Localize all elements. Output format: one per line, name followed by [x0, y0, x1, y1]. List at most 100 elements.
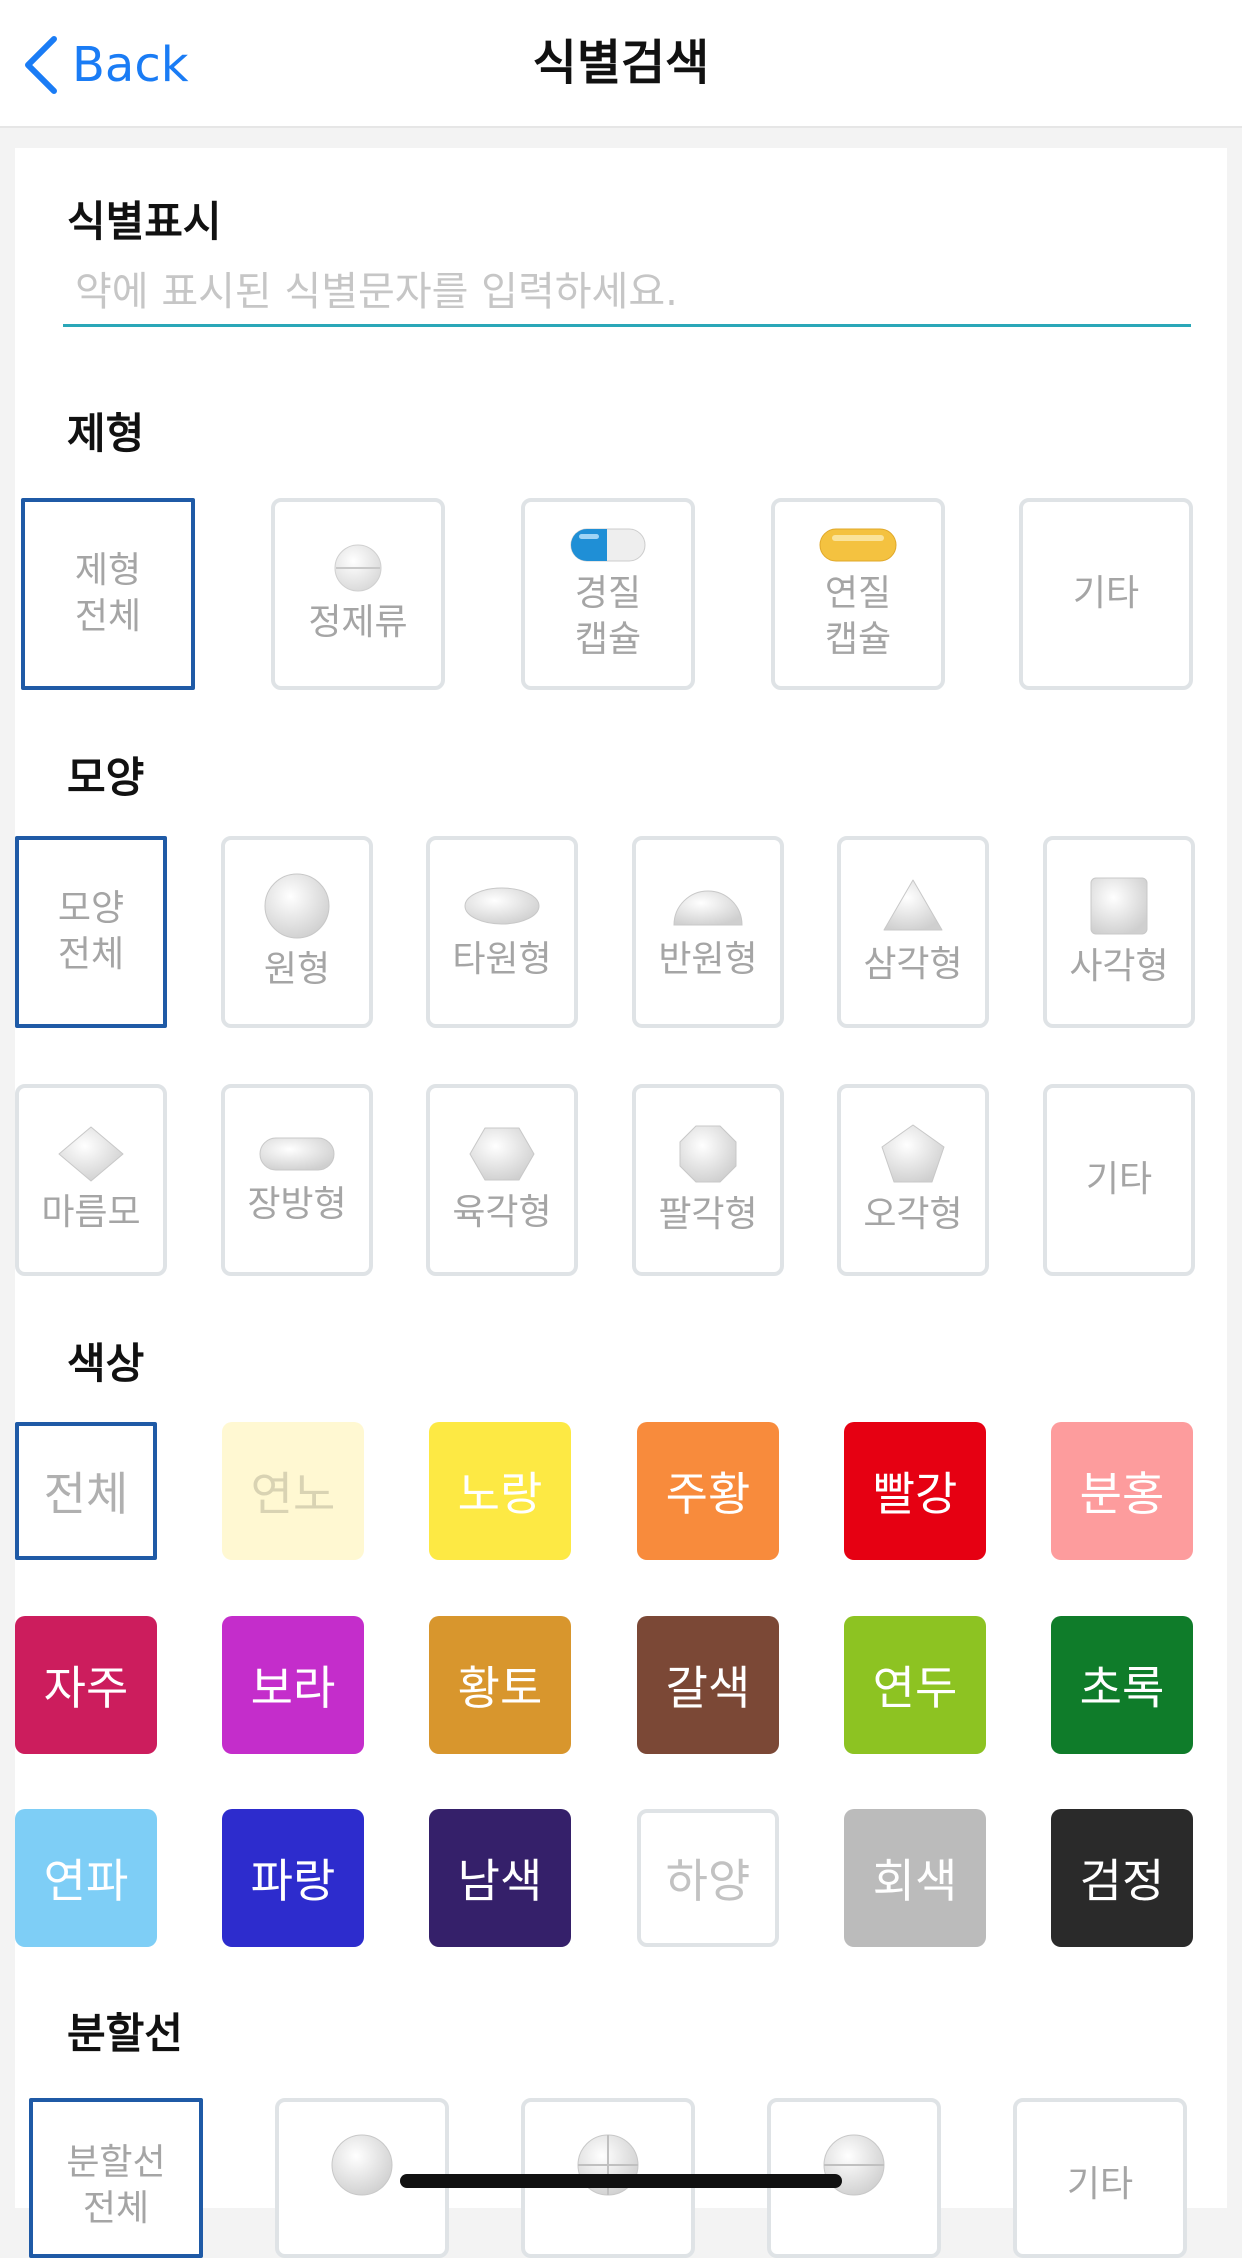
home-indicator [400, 2174, 842, 2188]
marking-section-label: 식별표시 [67, 197, 222, 246]
color-option-label: 초록 [1079, 1661, 1165, 1715]
shape-all-option[interactable]: 모양 전체 [15, 836, 167, 1028]
color-option-label: 분홍 [1079, 1467, 1165, 1521]
shape-option-label: 반원형 [658, 939, 758, 980]
shape-oval-option[interactable]: 타원형 [426, 836, 578, 1028]
color-purple-option[interactable]: 보라 [222, 1616, 364, 1754]
color-option-label: 회색 [872, 1854, 958, 1908]
shape-pentagon-option[interactable]: 오각형 [837, 1084, 989, 1276]
color-red-option[interactable]: 빨강 [844, 1422, 986, 1560]
shape-square-option[interactable]: 사각형 [1043, 836, 1195, 1028]
shape-option-label: 타원형 [452, 939, 552, 980]
color-light-yellow-option[interactable]: 연노 [222, 1422, 364, 1560]
color-option-label: 주황 [665, 1467, 751, 1521]
soft-capsule-icon [819, 528, 897, 562]
shape-option-label: 원형 [263, 949, 331, 990]
shape-option-label: 팔각형 [658, 1194, 758, 1235]
form-option-label: 제형 전체 [74, 550, 142, 637]
color-option-label: 연파 [43, 1854, 129, 1908]
color-option-label: 자주 [43, 1661, 129, 1715]
color-option-label: 전체 [43, 1467, 129, 1521]
divider-option-label: 분할선 전체 [66, 2142, 166, 2229]
form-option-label: 경질 캡슐 [574, 573, 642, 660]
shape-oblong-option[interactable]: 장방형 [221, 1084, 373, 1276]
form-all-option[interactable]: 제형 전체 [21, 498, 195, 690]
oval-pill-icon [464, 887, 540, 925]
shape-other-option[interactable]: 기타 [1043, 1084, 1195, 1276]
color-option-label: 빨강 [872, 1467, 958, 1521]
octagon-pill-icon [679, 1125, 737, 1183]
divider-section-label: 분할선 [67, 2009, 183, 2058]
shape-hexagon-option[interactable]: 육각형 [426, 1084, 578, 1276]
color-orange-option[interactable]: 주황 [637, 1422, 779, 1560]
color-black-option[interactable]: 검정 [1051, 1809, 1193, 1947]
hard-capsule-icon [570, 528, 646, 562]
circle-pill-icon [264, 873, 330, 939]
color-option-label: 보라 [250, 1661, 336, 1715]
color-all-option[interactable]: 전체 [15, 1422, 157, 1560]
color-brown-option[interactable]: 갈색 [637, 1616, 779, 1754]
color-option-label: 노랑 [457, 1467, 543, 1521]
color-option-label: 남색 [457, 1854, 543, 1908]
square-pill-icon [1090, 877, 1148, 935]
divider-other-option[interactable]: 기타 [1013, 2098, 1187, 2258]
color-pink-option[interactable]: 분홍 [1051, 1422, 1193, 1560]
color-light-green-option[interactable]: 연두 [844, 1616, 986, 1754]
shape-circle-option[interactable]: 원형 [221, 836, 373, 1028]
search-form-card: 식별표시 제형 제형 전체 정제류 경질 캡슐 연질 캡슐 기타 모양 모양 전 [15, 148, 1227, 2258]
color-navy-option[interactable]: 남색 [429, 1809, 571, 1947]
form-option-label: 정제류 [308, 602, 408, 643]
shape-option-label: 장방형 [247, 1184, 347, 1225]
triangle-pill-icon [883, 879, 943, 931]
form-option-label: 연질 캡슐 [824, 573, 892, 660]
form-soft-capsule-option[interactable]: 연질 캡슐 [771, 498, 945, 690]
color-option-label: 황토 [457, 1661, 543, 1715]
color-option-label: 갈색 [665, 1661, 751, 1715]
shape-semicircle-option[interactable]: 반원형 [632, 836, 784, 1028]
color-light-blue-option[interactable]: 연파 [15, 1809, 157, 1947]
marking-input[interactable] [63, 260, 1191, 327]
shape-option-label: 오각형 [863, 1194, 963, 1235]
oblong-pill-icon [259, 1137, 335, 1171]
color-white-option[interactable]: 하양 [637, 1809, 779, 1947]
shape-option-label: 마름모 [41, 1192, 141, 1233]
pentagon-pill-icon [881, 1124, 945, 1183]
semicircle-pill-icon [673, 890, 743, 926]
color-ochre-option[interactable]: 황토 [429, 1616, 571, 1754]
color-green-option[interactable]: 초록 [1051, 1616, 1193, 1754]
color-option-label: 파랑 [250, 1854, 336, 1908]
color-blue-option[interactable]: 파랑 [222, 1809, 364, 1947]
shape-option-label: 기타 [1085, 1159, 1153, 1200]
color-magenta-option[interactable]: 자주 [15, 1616, 157, 1754]
color-section-label: 색상 [67, 1339, 145, 1388]
form-option-label: 기타 [1072, 573, 1140, 614]
shape-section-label: 모양 [67, 753, 145, 802]
form-hard-capsule-option[interactable]: 경질 캡슐 [521, 498, 695, 690]
shape-triangle-option[interactable]: 삼각형 [837, 836, 989, 1028]
cross-line-pill-icon [577, 2134, 639, 2196]
shape-option-label: 사각형 [1069, 946, 1169, 987]
color-yellow-option[interactable]: 노랑 [429, 1422, 571, 1560]
form-other-option[interactable]: 기타 [1019, 498, 1193, 690]
shape-option-label: 모양 전체 [57, 888, 125, 975]
page-title: 식별검색 [532, 35, 710, 91]
form-section-label: 제형 [67, 409, 145, 458]
navigation-bar: Back 식별검색 [0, 0, 1242, 128]
color-option-label: 하양 [665, 1854, 751, 1908]
color-option-label: 연노 [250, 1467, 336, 1521]
color-gray-option[interactable]: 회색 [844, 1809, 986, 1947]
divider-all-option[interactable]: 분할선 전체 [29, 2098, 203, 2258]
color-option-label: 검정 [1079, 1854, 1165, 1908]
shape-option-label: 삼각형 [863, 944, 963, 985]
hexagon-pill-icon [469, 1127, 535, 1181]
shape-octagon-option[interactable]: 팔각형 [632, 1084, 784, 1276]
shape-option-label: 육각형 [452, 1192, 552, 1233]
shape-diamond-option[interactable]: 마름모 [15, 1084, 167, 1276]
form-tablet-option[interactable]: 정제류 [271, 498, 445, 690]
no-line-pill-icon [331, 2134, 393, 2196]
divider-option-label: 기타 [1066, 2164, 1134, 2205]
single-line-pill-icon [823, 2134, 885, 2196]
color-option-label: 연두 [872, 1661, 958, 1715]
diamond-pill-icon [58, 1126, 124, 1182]
tablet-icon [334, 544, 382, 592]
